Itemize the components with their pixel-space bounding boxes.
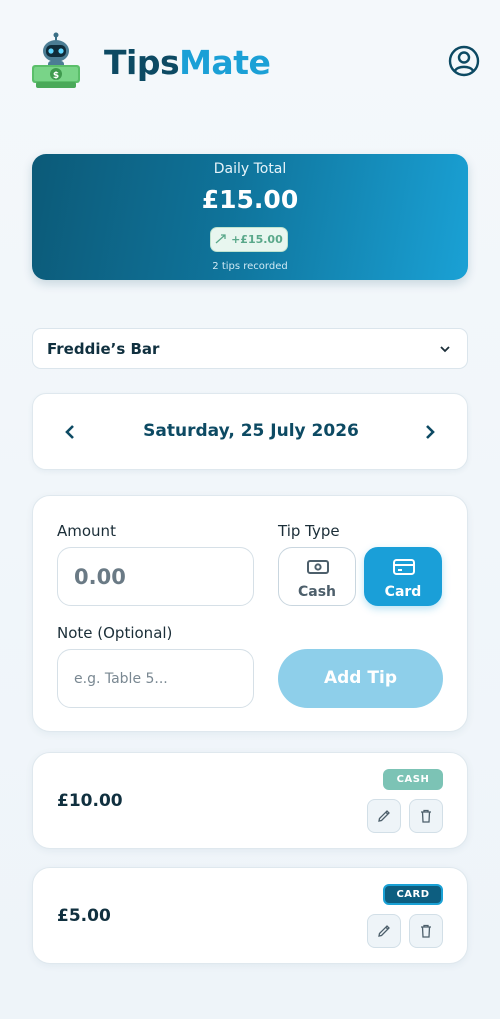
venue-select[interactable]: Freddie’s Bar: [32, 328, 468, 369]
user-circle-icon[interactable]: [448, 45, 480, 77]
tip-type-badge: CARD: [383, 884, 443, 905]
venue-selected-value: Freddie’s Bar: [47, 340, 160, 358]
delete-tip-button[interactable]: [409, 914, 443, 948]
tip-amount: £10.00: [57, 791, 123, 811]
amount-label: Amount: [57, 522, 116, 540]
pencil-icon: [378, 925, 390, 937]
date-navigator: Saturday, 25 July 2026: [32, 393, 468, 470]
daily-change-text: +£15.00: [231, 233, 283, 246]
tips-count-text: 2 tips recorded: [212, 261, 288, 272]
edit-tip-button[interactable]: [367, 914, 401, 948]
svg-text:$: $: [53, 71, 59, 81]
current-date: Saturday, 25 July 2026: [143, 421, 359, 441]
robot-money-icon: $: [32, 32, 80, 88]
add-tip-button[interactable]: Add Tip: [278, 649, 443, 708]
note-label: Note (Optional): [57, 624, 173, 642]
chevron-down-icon: [440, 346, 450, 353]
delete-tip-button[interactable]: [409, 799, 443, 833]
trash-icon: [421, 809, 431, 823]
daily-total-value: £15.00: [201, 185, 299, 214]
tip-type-card-button[interactable]: Card: [364, 547, 442, 606]
brand-part-1: Tips: [104, 43, 180, 82]
card-label: Card: [384, 584, 422, 600]
brand-part-2: Mate: [179, 43, 271, 82]
add-tip-form: Amount Tip Type Cash Card Note (Optional…: [32, 495, 468, 732]
cash-icon: [307, 560, 329, 574]
tip-item: £10.00 CASH: [32, 752, 468, 849]
brand-title: TipsMate: [104, 41, 271, 85]
trend-up-icon: [215, 234, 226, 244]
edit-tip-button[interactable]: [367, 799, 401, 833]
tip-type-badge: CASH: [383, 769, 443, 790]
chevron-right-icon[interactable]: [417, 420, 441, 444]
trash-icon: [421, 924, 431, 938]
note-input[interactable]: [57, 649, 254, 708]
pencil-icon: [378, 810, 390, 822]
cash-label: Cash: [297, 584, 337, 600]
credit-card-icon: [393, 559, 415, 575]
tip-type-cash-button[interactable]: Cash: [278, 547, 356, 606]
amount-input[interactable]: [57, 547, 254, 606]
daily-total-card: Daily Total £15.00 +£15.00 2 tips record…: [32, 154, 468, 280]
app-header: $ TipsMate: [0, 0, 500, 124]
tip-amount: £5.00: [57, 906, 111, 926]
tip-item: £5.00 CARD: [32, 867, 468, 964]
daily-total-label: Daily Total: [213, 161, 287, 177]
chevron-left-icon[interactable]: [59, 420, 83, 444]
daily-change-badge: +£15.00: [210, 227, 288, 252]
tip-type-label: Tip Type: [278, 522, 340, 540]
